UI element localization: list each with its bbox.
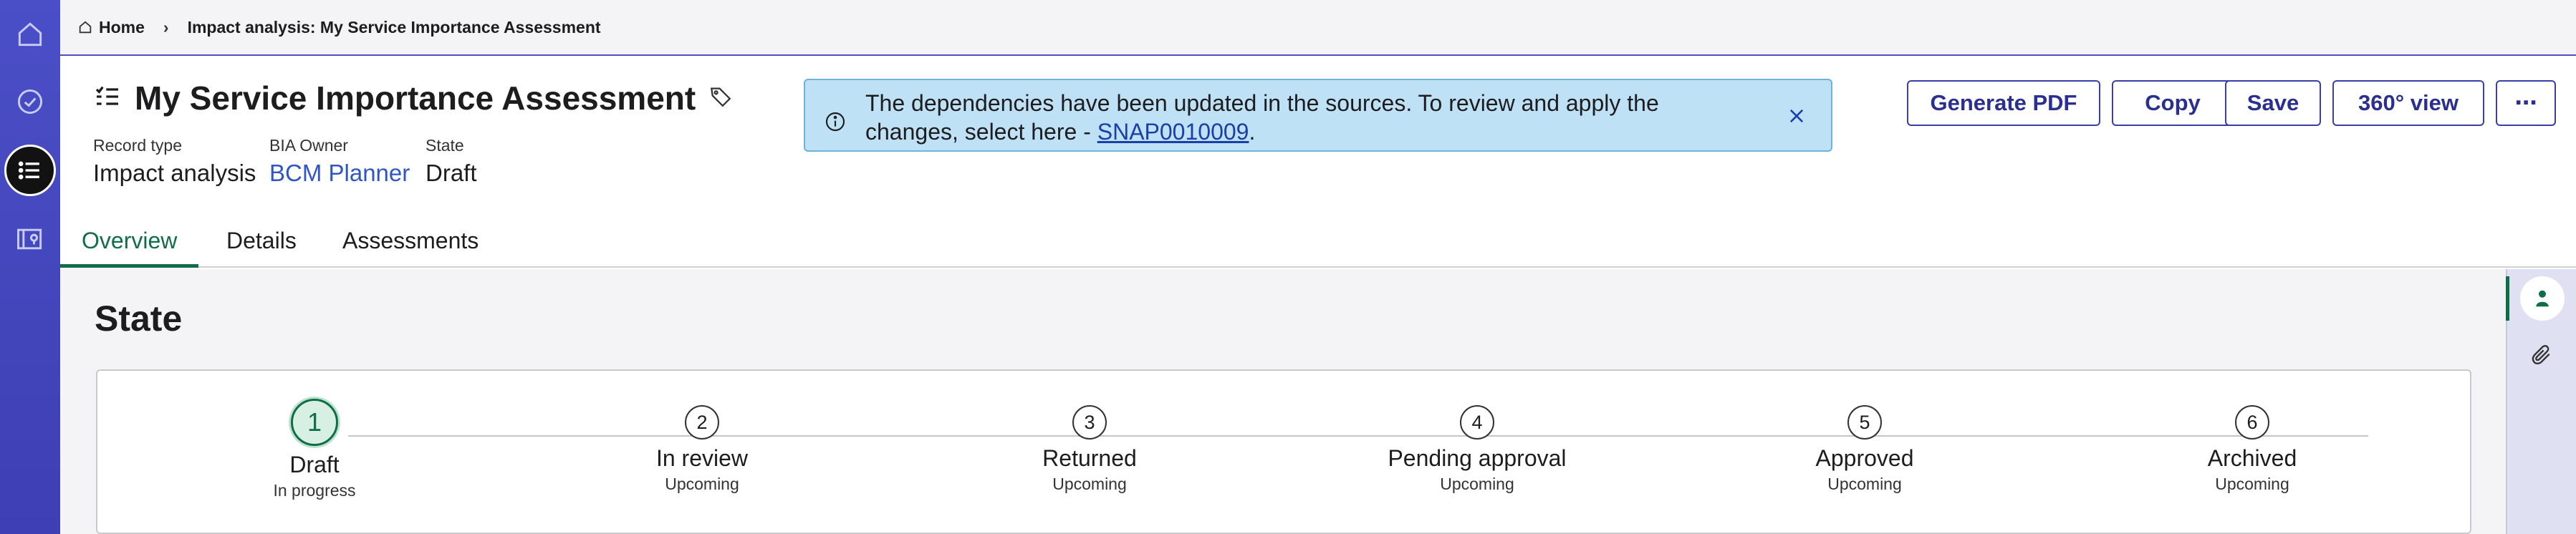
home-icon xyxy=(79,21,92,34)
tab-details[interactable]: Details xyxy=(226,228,297,268)
step-name: Returned xyxy=(1042,445,1137,471)
page-title-row: My Service Importance Assessment xyxy=(93,79,733,117)
nav-rail xyxy=(0,0,60,534)
step-status: Upcoming xyxy=(2215,475,2289,493)
step-status: In progress xyxy=(273,481,356,500)
step-name: Pending approval xyxy=(1388,445,1567,471)
map-book-icon xyxy=(17,228,42,250)
owner-label: BIA Owner xyxy=(269,136,348,155)
step-status: Upcoming xyxy=(665,475,739,493)
state-stepper xyxy=(96,369,2471,534)
step-status: Upcoming xyxy=(1440,475,1514,493)
step-name: In review xyxy=(655,445,749,471)
person-icon xyxy=(2536,290,2549,307)
dependency-notice: The dependencies have been updated in th… xyxy=(804,79,1832,152)
info-icon xyxy=(824,110,847,137)
step-returned: 3 Returned Upcoming xyxy=(968,405,1211,494)
breadcrumb-home-link[interactable]: Home xyxy=(77,18,145,37)
map-rail-button[interactable] xyxy=(4,213,56,265)
list-icon xyxy=(18,161,39,180)
record-type-label: Record type xyxy=(93,136,183,155)
tasks-rail-button[interactable] xyxy=(4,76,56,127)
check-circle-icon xyxy=(17,89,43,115)
page-title: My Service Importance Assessment xyxy=(135,79,696,117)
owner-link[interactable]: BCM Planner xyxy=(269,160,410,187)
notice-link[interactable]: SNAP0010009 xyxy=(1097,119,1249,145)
home-icon xyxy=(18,22,42,47)
notice-message: The dependencies have been updated in th… xyxy=(865,89,1739,146)
attachments-button[interactable] xyxy=(2530,344,2553,370)
tab-assessments[interactable]: Assessments xyxy=(342,228,479,268)
record-type-field: Record type Impact analysis xyxy=(93,136,256,187)
step-in-review: 2 In review Upcoming xyxy=(580,405,824,494)
breadcrumb-current: Impact analysis: My Service Importance A… xyxy=(187,17,601,37)
chevron-right-icon: › xyxy=(163,17,169,37)
state-label: State xyxy=(426,136,464,155)
step-number: 1 xyxy=(291,399,338,446)
step-number: 3 xyxy=(1072,405,1107,440)
step-number: 6 xyxy=(2235,405,2269,440)
tab-overview[interactable]: Overview xyxy=(60,228,199,268)
state-field: State Draft xyxy=(426,136,477,187)
step-pending-approval: 4 Pending approval Upcoming xyxy=(1355,405,1599,494)
step-name: Draft xyxy=(289,452,340,477)
overview-content: State 1 Draft In progress 2 In review Up… xyxy=(60,269,2506,534)
tab-bar: Overview Details Assessments xyxy=(60,222,2576,268)
step-draft: 1 Draft In progress xyxy=(193,399,436,500)
step-status: Upcoming xyxy=(1827,475,1902,493)
step-number: 5 xyxy=(1847,405,1882,440)
more-actions-button[interactable]: ⋯ xyxy=(2496,80,2556,126)
step-archived: 6 Archived Upcoming xyxy=(2130,405,2374,494)
step-number: 4 xyxy=(1460,405,1494,440)
step-number: 2 xyxy=(685,405,719,440)
person-panel-button[interactable] xyxy=(2520,276,2565,321)
close-icon xyxy=(1789,109,1804,123)
close-notice-button[interactable] xyxy=(1787,106,1807,130)
tag-icon[interactable] xyxy=(708,84,733,112)
step-name: Approved xyxy=(1815,445,1914,471)
paperclip-icon xyxy=(2532,344,2550,365)
notice-suffix: . xyxy=(1249,119,1256,145)
breadcrumb-home-label: Home xyxy=(99,17,145,37)
state-heading: State xyxy=(95,298,183,339)
list-rail-button[interactable] xyxy=(4,145,56,196)
copy-button[interactable]: Copy xyxy=(2112,80,2234,126)
owner-field: BIA Owner BCM Planner xyxy=(269,136,410,187)
notice-text: The dependencies have been updated in th… xyxy=(865,90,1659,145)
step-name: Archived xyxy=(2207,445,2297,471)
generate-pdf-button[interactable]: Generate PDF xyxy=(1907,80,2100,126)
state-value: Draft xyxy=(426,160,477,186)
breadcrumb: Home › Impact analysis: My Service Impor… xyxy=(60,0,2576,56)
checklist-icon xyxy=(93,82,122,115)
save-button[interactable]: Save xyxy=(2225,80,2321,126)
record-type-value: Impact analysis xyxy=(93,160,256,186)
view360-button[interactable]: 360° view xyxy=(2332,80,2484,126)
active-marker xyxy=(2506,276,2509,321)
home-rail-button[interactable] xyxy=(4,9,56,60)
side-panel-rail xyxy=(2506,269,2576,534)
step-status: Upcoming xyxy=(1052,475,1127,493)
step-approved: 5 Approved Upcoming xyxy=(1743,405,1986,494)
